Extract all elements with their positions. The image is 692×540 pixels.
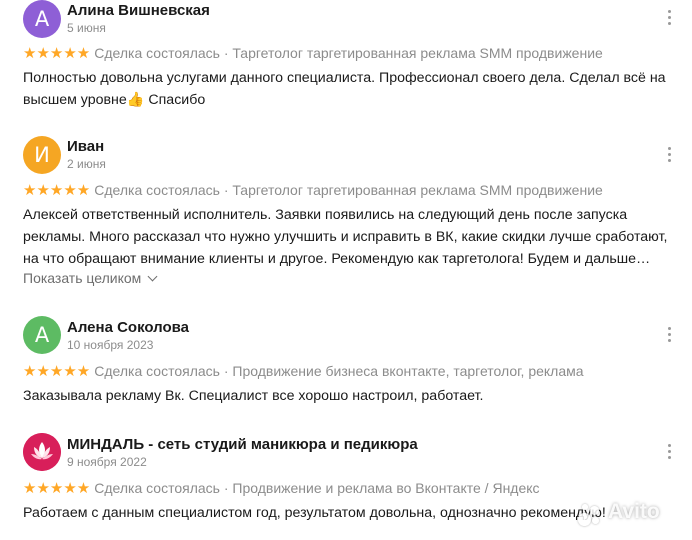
deal-info: Сделка состоялась · Продвижение и реклам… — [94, 480, 540, 496]
rating-stars-icon: ★★★★★ — [23, 479, 91, 497]
more-options-icon[interactable] — [662, 443, 678, 461]
rating-stars-icon: ★★★★★ — [23, 181, 91, 199]
avatar[interactable]: А — [23, 316, 61, 354]
avatar[interactable]: А — [23, 0, 61, 38]
more-options-icon[interactable] — [662, 146, 678, 164]
avatar[interactable]: И — [23, 136, 61, 174]
rating-row: ★★★★★ Сделка состоялась · Таргетолог тарг… — [23, 181, 603, 199]
review-text: Полностью довольна услугами данного спец… — [23, 70, 666, 108]
review-text: Работаем с данным специалистом год, резу… — [23, 505, 606, 521]
chevron-down-icon — [147, 271, 158, 282]
avito-logo-icon — [578, 502, 604, 526]
deal-info: Сделка состоялась · Таргетолог таргетиро… — [94, 45, 603, 61]
more-options-icon[interactable] — [662, 9, 678, 27]
review-date: 2 июня — [67, 157, 106, 171]
review-date: 5 июня — [67, 21, 106, 35]
rating-row: ★★★★★ Сделка состоялась · Таргетолог тарг… — [23, 44, 603, 62]
avatar[interactable] — [23, 433, 61, 471]
rating-row: ★★★★★ Сделка состоялась · Продвижение биз… — [23, 362, 584, 380]
watermark-text: Avito — [608, 500, 660, 523]
rating-stars-icon: ★★★★★ — [23, 44, 91, 62]
reviewer-name[interactable]: Иван — [67, 138, 104, 155]
review-text: Заказывала рекламу Вк. Специалист все хо… — [23, 388, 484, 404]
review-date: 10 ноября 2023 — [67, 338, 154, 352]
reviewer-name[interactable]: Алена Соколова — [67, 319, 189, 336]
rating-stars-icon: ★★★★★ — [23, 362, 91, 380]
deal-info: Сделка состоялась · Таргетолог таргетиро… — [94, 182, 603, 198]
deal-info: Сделка состоялась · Продвижение бизнеса … — [94, 363, 584, 379]
lotus-logo — [23, 433, 61, 471]
show-full-button[interactable]: Показать целиком — [23, 270, 158, 286]
show-full-label: Показать целиком — [23, 270, 142, 286]
review-date: 9 ноября 2022 — [67, 455, 147, 469]
review-text: Алексей ответственный исполнитель. Заявк… — [23, 207, 668, 267]
reviewer-name[interactable]: МИНДАЛЬ - сеть студий маникюра и педикюр… — [67, 436, 418, 453]
reviewer-name[interactable]: Алина Вишневская — [67, 2, 210, 19]
rating-row: ★★★★★ Сделка состоялась · Продвижение и р… — [23, 479, 540, 497]
more-options-icon[interactable] — [662, 326, 678, 344]
